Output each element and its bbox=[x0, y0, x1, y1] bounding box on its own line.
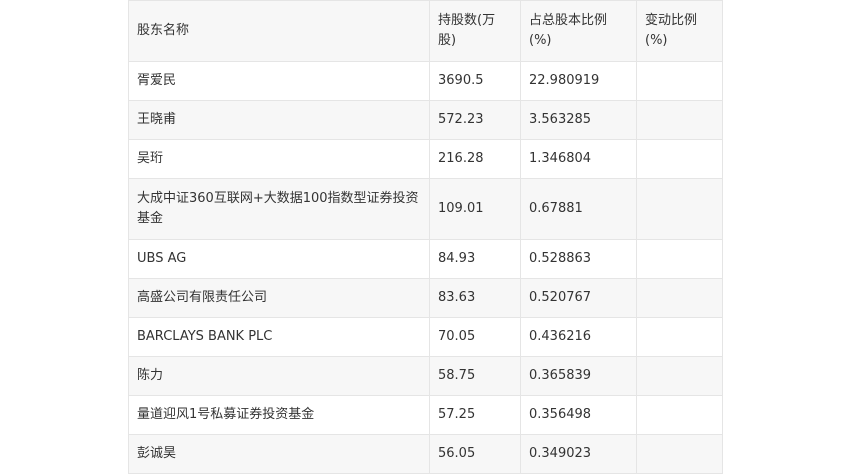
cell-share-ratio: 0.349023 bbox=[520, 434, 637, 474]
table-row: 大成中证360互联网+大数据100指数型证券投资基金 109.01 0.6788… bbox=[128, 178, 723, 240]
table-row: 王晓甫 572.23 3.563285 bbox=[128, 100, 723, 140]
cell-change-ratio bbox=[636, 178, 723, 240]
table-header-row: 股东名称 持股数(万股) 占总股本比例(%) 变动比例(%) bbox=[128, 0, 723, 62]
cell-shareholder-name: BARCLAYS BANK PLC bbox=[128, 317, 430, 357]
cell-change-ratio bbox=[636, 278, 723, 318]
table-row: UBS AG 84.93 0.528863 bbox=[128, 239, 723, 279]
cell-share-ratio: 3.563285 bbox=[520, 100, 637, 140]
cell-shares-held: 56.05 bbox=[429, 434, 521, 474]
cell-shareholder-name: 王晓甫 bbox=[128, 100, 430, 140]
cell-shareholder-name: 大成中证360互联网+大数据100指数型证券投资基金 bbox=[128, 178, 430, 240]
shareholder-table-container: 股东名称 持股数(万股) 占总股本比例(%) 变动比例(%) 胥爱民 3690.… bbox=[128, 0, 723, 474]
cell-shares-held: 83.63 bbox=[429, 278, 521, 318]
table-row: 胥爱民 3690.5 22.980919 bbox=[128, 61, 723, 101]
cell-shareholder-name: UBS AG bbox=[128, 239, 430, 279]
cell-share-ratio: 0.365839 bbox=[520, 356, 637, 396]
cell-change-ratio bbox=[636, 395, 723, 435]
cell-change-ratio bbox=[636, 317, 723, 357]
cell-shareholder-name: 彭诚昊 bbox=[128, 434, 430, 474]
table-row: 高盛公司有限责任公司 83.63 0.520767 bbox=[128, 278, 723, 318]
cell-shareholder-name: 胥爱民 bbox=[128, 61, 430, 101]
cell-share-ratio: 0.67881 bbox=[520, 178, 637, 240]
cell-share-ratio: 0.520767 bbox=[520, 278, 637, 318]
header-shareholder-name: 股东名称 bbox=[128, 0, 430, 62]
table-row: BARCLAYS BANK PLC 70.05 0.436216 bbox=[128, 317, 723, 357]
cell-shareholder-name: 高盛公司有限责任公司 bbox=[128, 278, 430, 318]
cell-share-ratio: 0.356498 bbox=[520, 395, 637, 435]
header-share-ratio: 占总股本比例(%) bbox=[520, 0, 637, 62]
cell-change-ratio bbox=[636, 139, 723, 179]
cell-share-ratio: 22.980919 bbox=[520, 61, 637, 101]
cell-shares-held: 57.25 bbox=[429, 395, 521, 435]
table-row: 陈力 58.75 0.365839 bbox=[128, 356, 723, 396]
cell-shares-held: 216.28 bbox=[429, 139, 521, 179]
cell-shares-held: 572.23 bbox=[429, 100, 521, 140]
cell-change-ratio bbox=[636, 434, 723, 474]
shareholder-table: 股东名称 持股数(万股) 占总股本比例(%) 变动比例(%) 胥爱民 3690.… bbox=[128, 0, 723, 474]
cell-shares-held: 58.75 bbox=[429, 356, 521, 396]
header-shares-held: 持股数(万股) bbox=[429, 0, 521, 62]
cell-change-ratio bbox=[636, 61, 723, 101]
cell-change-ratio bbox=[636, 239, 723, 279]
cell-shareholder-name: 陈力 bbox=[128, 356, 430, 396]
cell-share-ratio: 0.436216 bbox=[520, 317, 637, 357]
table-row: 彭诚昊 56.05 0.349023 bbox=[128, 434, 723, 474]
table-row: 吴珩 216.28 1.346804 bbox=[128, 139, 723, 179]
cell-share-ratio: 1.346804 bbox=[520, 139, 637, 179]
cell-shareholder-name: 量道迎风1号私募证券投资基金 bbox=[128, 395, 430, 435]
cell-shares-held: 109.01 bbox=[429, 178, 521, 240]
cell-shares-held: 84.93 bbox=[429, 239, 521, 279]
cell-change-ratio bbox=[636, 356, 723, 396]
table-row: 量道迎风1号私募证券投资基金 57.25 0.356498 bbox=[128, 395, 723, 435]
header-change-ratio: 变动比例(%) bbox=[636, 0, 723, 62]
cell-share-ratio: 0.528863 bbox=[520, 239, 637, 279]
cell-shareholder-name: 吴珩 bbox=[128, 139, 430, 179]
cell-change-ratio bbox=[636, 100, 723, 140]
cell-shares-held: 3690.5 bbox=[429, 61, 521, 101]
cell-shares-held: 70.05 bbox=[429, 317, 521, 357]
